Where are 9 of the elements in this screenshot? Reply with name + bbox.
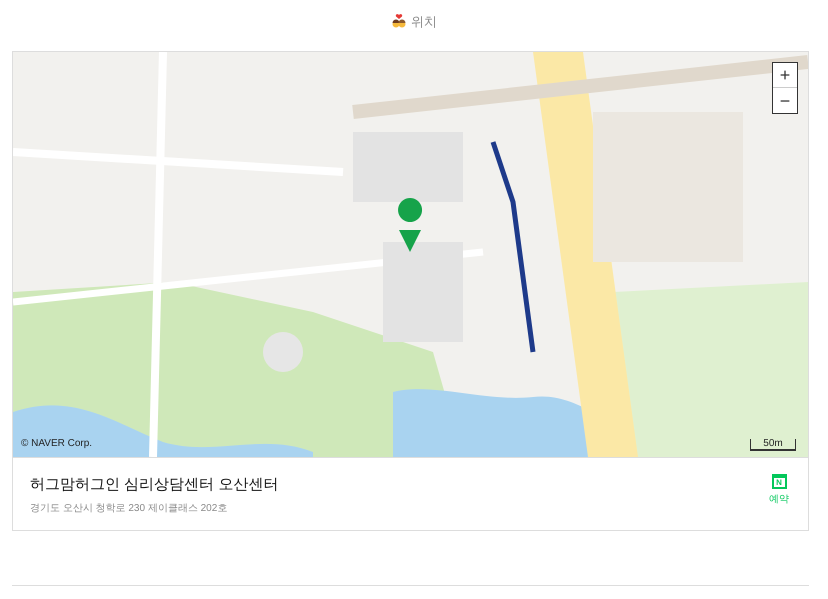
zoom-out-button[interactable]: − — [773, 88, 797, 113]
place-address: 경기도 오산시 청학로 230 제이클래스 202호 — [30, 502, 228, 516]
zoom-in-button[interactable]: + — [773, 63, 797, 88]
copyright-text: © NAVER Corp. — [21, 437, 92, 451]
place-name: 허그맘허그인 심리상담센터 오산센터 — [30, 475, 278, 495]
section-title: 위치 — [411, 13, 437, 32]
scale-bar: 50m — [750, 439, 796, 451]
calendar-icon: N — [772, 474, 786, 489]
couple-heart-icon — [391, 14, 407, 30]
